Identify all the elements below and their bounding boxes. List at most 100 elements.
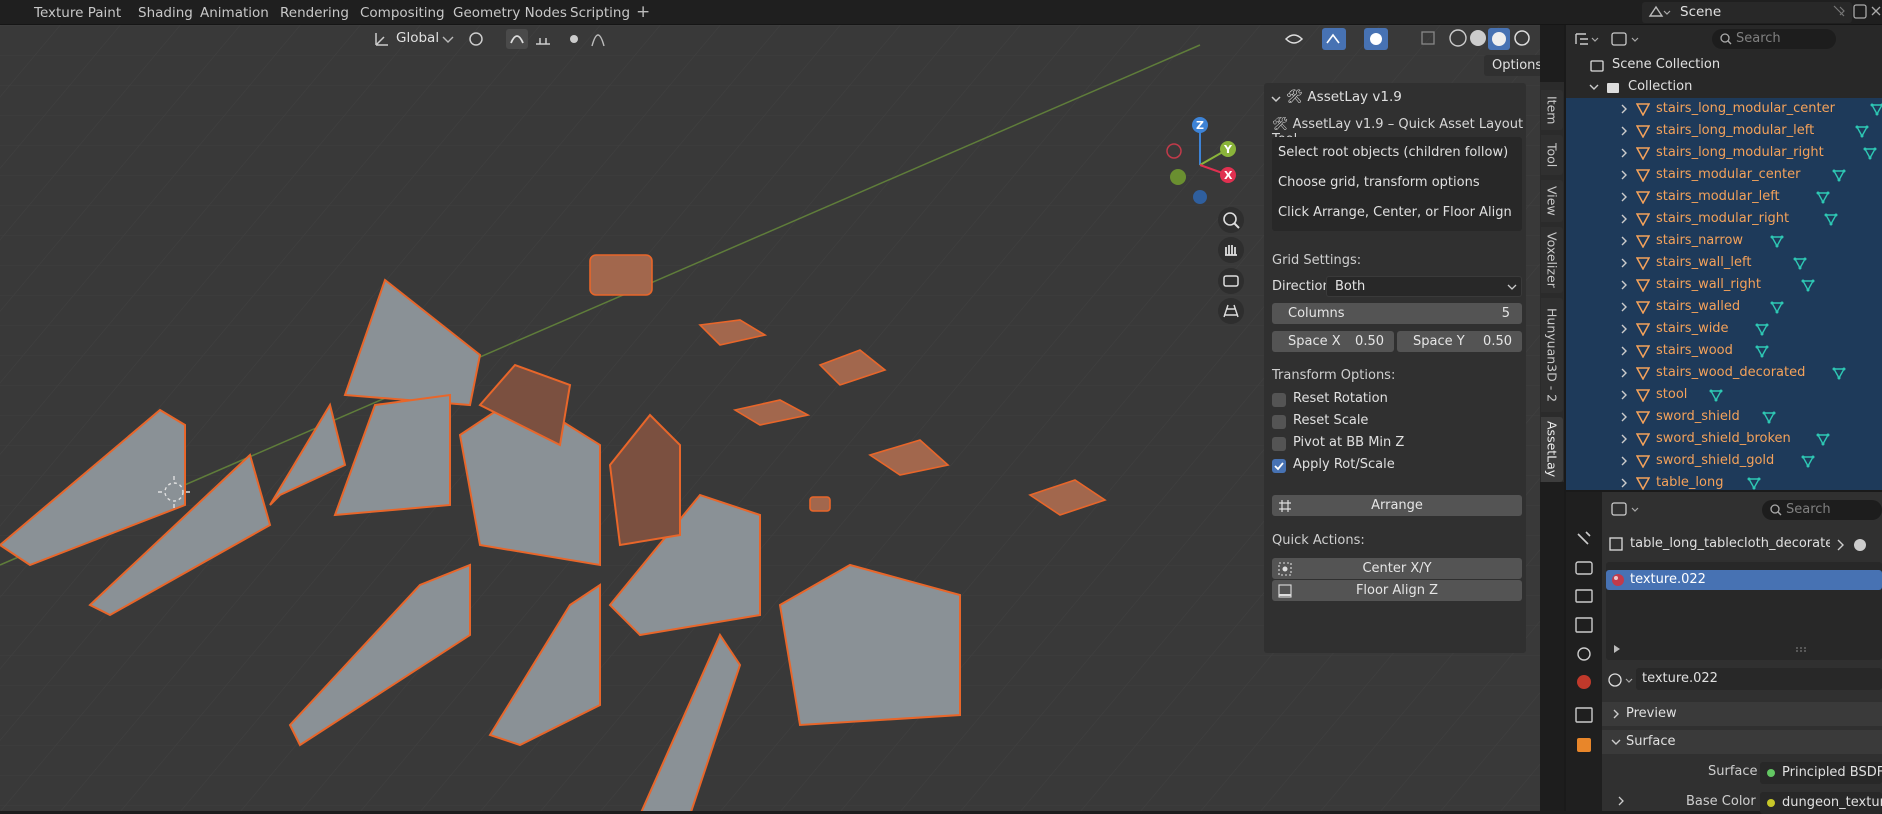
chevron-right-icon[interactable]	[1616, 796, 1626, 806]
reset-rotation-checkbox[interactable]	[1272, 393, 1286, 407]
chevron-right-icon[interactable]	[1618, 477, 1630, 489]
mesh-data-icon[interactable]	[1747, 476, 1761, 490]
outliner-object-row[interactable]: sword_shield_gold	[1566, 450, 1882, 472]
chevron-down-icon[interactable]	[1588, 81, 1600, 93]
mesh-data-icon[interactable]	[1762, 410, 1776, 424]
scene-selector[interactable]: Scene	[1642, 1, 1882, 24]
chevron-right-icon[interactable]	[1618, 235, 1630, 247]
tab-assetlay[interactable]: AssetLay	[1541, 417, 1563, 482]
direction-dropdown[interactable]: Both	[1326, 276, 1522, 297]
expand-arrow-icon[interactable]	[1612, 644, 1622, 654]
mesh-data-icon[interactable]	[1755, 344, 1769, 358]
outliner-object-row[interactable]: stairs_modular_center	[1566, 164, 1882, 186]
tab-animation[interactable]: Animation	[194, 3, 275, 23]
chevron-right-icon[interactable]	[1618, 257, 1630, 269]
tab-tool[interactable]: Tool	[1541, 135, 1563, 175]
pin-icon[interactable]	[1836, 538, 1880, 552]
chevron-right-icon[interactable]	[1618, 301, 1630, 313]
outliner-header-icons[interactable]	[1572, 29, 1682, 51]
properties-search-input[interactable]: Search	[1762, 500, 1882, 520]
apply-rot-scale-checkbox[interactable]	[1272, 459, 1286, 473]
outliner-object-row[interactable]: stairs_walled	[1566, 296, 1882, 318]
surface-shader-field[interactable]: Principled BSDF	[1760, 762, 1882, 784]
outliner-object-row[interactable]: stairs_long_modular_center	[1566, 98, 1882, 120]
outliner-object-row[interactable]: stairs_wood	[1566, 340, 1882, 362]
chevron-right-icon[interactable]	[1618, 433, 1630, 445]
tab-shading[interactable]: Shading	[132, 3, 199, 23]
chevron-right-icon[interactable]	[1618, 147, 1630, 159]
mesh-data-icon[interactable]	[1816, 190, 1830, 204]
mesh-data-icon[interactable]	[1832, 168, 1846, 182]
chevron-right-icon[interactable]	[1618, 169, 1630, 181]
outliner-object-row[interactable]: stairs_wide	[1566, 318, 1882, 340]
mesh-data-icon[interactable]	[1863, 146, 1877, 160]
mesh-data-icon[interactable]	[1709, 388, 1723, 402]
scene-name[interactable]: Scene	[1680, 4, 1721, 20]
scene-collection-row[interactable]: Scene Collection	[1566, 54, 1882, 76]
material-slot-row[interactable]: texture.022	[1606, 570, 1882, 590]
3d-viewport[interactable]: Global Options Z Y X 🛠 AssetLay v1.9 🛠 A…	[0, 25, 1540, 811]
outliner-object-row[interactable]: stairs_wall_right	[1566, 274, 1882, 296]
reset-rotation-label[interactable]: Reset Rotation	[1293, 391, 1388, 406]
collection-row[interactable]: Collection	[1566, 76, 1882, 98]
chevron-right-icon[interactable]	[1618, 125, 1630, 137]
orientation-dropdown[interactable]: Global	[396, 30, 439, 46]
chevron-right-icon[interactable]	[1618, 345, 1630, 357]
chevron-right-icon[interactable]	[1618, 411, 1630, 423]
outliner-object-row[interactable]: sword_shield_broken	[1566, 428, 1882, 450]
arrange-button[interactable]: Arrange	[1272, 495, 1522, 516]
space-x-field[interactable]: Space X 0.50	[1272, 331, 1394, 352]
chevron-right-icon[interactable]	[1618, 103, 1630, 115]
chevron-right-icon[interactable]	[1618, 389, 1630, 401]
mesh-data-icon[interactable]	[1801, 278, 1815, 292]
apply-rot-scale-label[interactable]: Apply Rot/Scale	[1293, 457, 1395, 472]
reset-scale-label[interactable]: Reset Scale	[1293, 413, 1368, 428]
mesh-data-icon[interactable]	[1870, 102, 1882, 116]
outliner-object-row[interactable]: stairs_long_modular_right	[1566, 142, 1882, 164]
mesh-data-icon[interactable]	[1770, 300, 1784, 314]
tab-rendering[interactable]: Rendering	[274, 3, 355, 23]
surface-panel-header[interactable]: Surface	[1602, 730, 1882, 754]
outliner-object-row[interactable]: stairs_wall_left	[1566, 252, 1882, 274]
chevron-down-icon[interactable]	[440, 32, 458, 50]
outliner-object-row[interactable]: sword_shield	[1566, 406, 1882, 428]
chevron-right-icon[interactable]	[1618, 455, 1630, 467]
chevron-right-icon[interactable]	[1618, 191, 1630, 203]
tab-compositing[interactable]: Compositing	[354, 3, 451, 23]
chevron-right-icon[interactable]	[1618, 279, 1630, 291]
tab-texture-paint[interactable]: Texture Paint	[28, 3, 127, 23]
viewport-shading-controls[interactable]	[1282, 27, 1540, 51]
outliner-object-row[interactable]: stairs_wood_decorated	[1566, 362, 1882, 384]
editor-type-icon[interactable]	[1610, 500, 1646, 520]
material-browse-icon[interactable]	[1606, 670, 1636, 690]
tab-hunyuan3d[interactable]: Hunyuan3D - 2	[1541, 298, 1563, 412]
navigation-buttons[interactable]	[1216, 205, 1246, 325]
mesh-data-icon[interactable]	[1770, 234, 1784, 248]
tab-view[interactable]: View	[1541, 180, 1563, 222]
outliner-object-row[interactable]: stairs_modular_right	[1566, 208, 1882, 230]
chevron-right-icon[interactable]	[1618, 213, 1630, 225]
collapse-chevron-icon[interactable]	[1270, 93, 1282, 105]
preview-panel-header[interactable]: Preview	[1602, 702, 1882, 726]
material-name-field[interactable]: texture.022	[1636, 668, 1882, 690]
outliner-object-row[interactable]: stairs_long_modular_left	[1566, 120, 1882, 142]
tab-voxelizer[interactable]: Voxelizer	[1541, 227, 1563, 293]
chevron-right-icon[interactable]	[1618, 367, 1630, 379]
outliner-search-input[interactable]: Search	[1712, 29, 1836, 49]
mesh-data-icon[interactable]	[1816, 432, 1830, 446]
chevron-right-icon[interactable]	[1618, 323, 1630, 335]
columns-field[interactable]: Columns 5	[1272, 303, 1522, 324]
add-workspace-button[interactable]: +	[636, 2, 650, 22]
properties-tab-icons[interactable]	[1572, 528, 1596, 811]
mesh-data-icon[interactable]	[1801, 454, 1815, 468]
mesh-data-icon[interactable]	[1855, 124, 1869, 138]
options-button[interactable]: Options	[1484, 55, 1540, 76]
outliner-object-row[interactable]: stool	[1566, 384, 1882, 406]
mesh-data-icon[interactable]	[1793, 256, 1807, 270]
snap-proportional-tools[interactable]	[462, 28, 612, 50]
mesh-data-icon[interactable]	[1755, 322, 1769, 336]
tab-geometry-nodes[interactable]: Geometry Nodes	[447, 3, 573, 23]
space-y-field[interactable]: Space Y 0.50	[1397, 331, 1522, 352]
resize-handle-icon[interactable]	[1794, 646, 1810, 654]
mesh-data-icon[interactable]	[1832, 366, 1846, 380]
